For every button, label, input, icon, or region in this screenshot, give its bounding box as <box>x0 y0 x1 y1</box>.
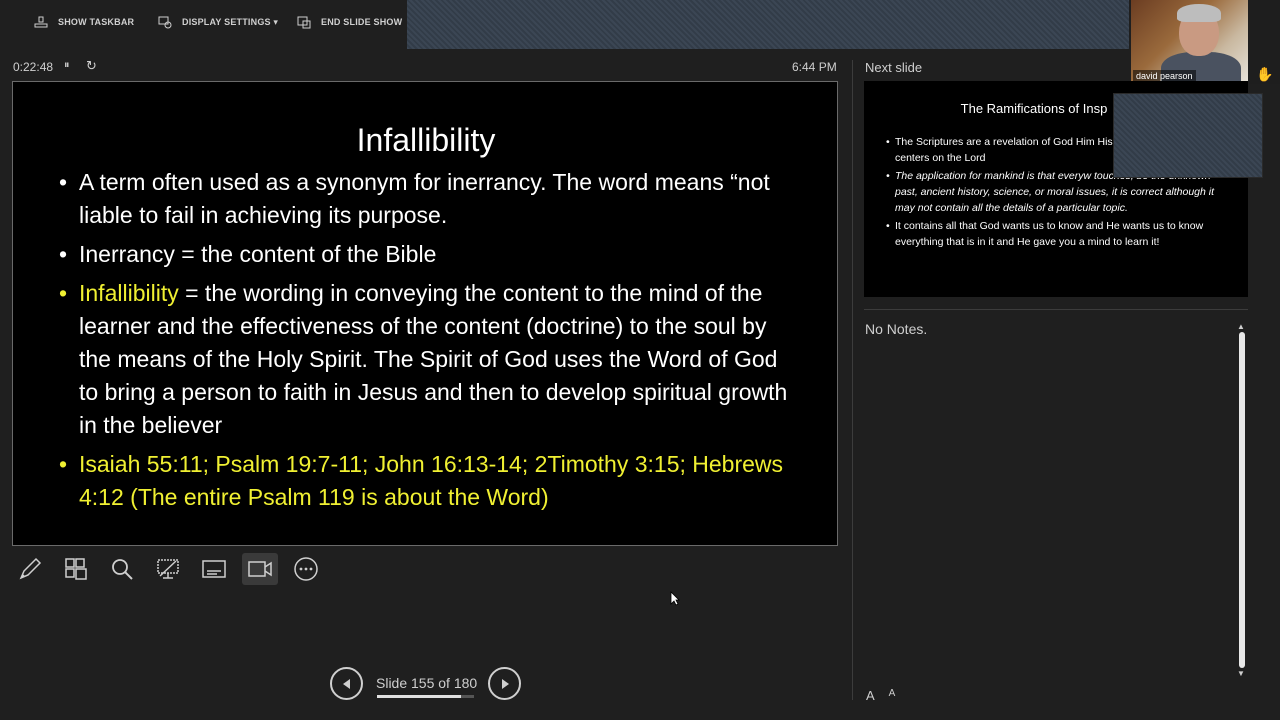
display-settings-icon <box>158 16 172 29</box>
speaker-notes[interactable]: No Notes. <box>865 321 927 337</box>
taskbar-icon <box>34 16 48 28</box>
notes-divider[interactable] <box>864 309 1248 310</box>
camera-icon <box>248 561 272 577</box>
bullet-text: = the wording in conveying the content t… <box>79 280 788 438</box>
bullet-text: It contains all that God wants us to kno… <box>895 220 1204 248</box>
show-taskbar-button[interactable]: SHOW TASKBAR <box>34 14 134 30</box>
end-show-icon <box>297 16 311 29</box>
slide-bullet: Infallibility = the wording in conveying… <box>59 277 799 442</box>
webcam-video: david pearson <box>1131 0 1248 84</box>
elapsed-timer: 0:22:48 <box>13 60 54 74</box>
presenter-toolbar: SHOW TASKBAR DISPLAY SETTINGS ▾ END SLID… <box>0 0 1280 49</box>
more-options-button[interactable] <box>288 553 324 585</box>
slides-grid-icon <box>65 558 87 580</box>
triangle-left-icon <box>342 678 350 689</box>
bullet-text: Isaiah 55:11; Psalm 19:7-11; John 16:13-… <box>79 451 784 510</box>
bullet-text: Inerrancy = the content of the Bible <box>79 241 437 267</box>
notes-scrollbar[interactable]: ▲ ▼ <box>1237 322 1247 678</box>
scroll-up-icon[interactable]: ▲ <box>1237 322 1245 331</box>
slide-bullet: Inerrancy = the content of the Bible <box>59 238 799 271</box>
pause-timer-icon[interactable]: ⏸ <box>64 59 70 72</box>
reset-timer-icon[interactable]: ↻ <box>86 58 97 74</box>
next-slide-bullet: It contains all that God wants us to kno… <box>886 218 1226 250</box>
slide-counter[interactable]: Slide 155 of 180 <box>376 675 477 691</box>
notes-font-controls: A A <box>866 688 895 703</box>
slide-title: Infallibility <box>356 122 496 158</box>
triangle-right-icon <box>501 678 509 689</box>
more-icon <box>294 557 318 581</box>
previous-slide-button[interactable] <box>330 667 363 700</box>
meeting-overlay-box <box>1113 93 1263 178</box>
slide-bullets: A term often used as a synonym for inerr… <box>59 166 799 520</box>
wave-hand-icon: ✋ <box>1256 66 1274 82</box>
next-slide-button[interactable] <box>488 667 521 700</box>
current-time: 6:44 PM <box>792 60 837 74</box>
subtitles-button[interactable] <box>196 553 232 585</box>
zoom-button[interactable] <box>104 553 140 585</box>
slide-progress-fill <box>377 695 461 698</box>
pen-tool-button[interactable] <box>12 553 48 585</box>
bullet-text: A term often used as a synonym for inerr… <box>79 169 770 228</box>
show-taskbar-label: SHOW TASKBAR <box>58 17 135 27</box>
display-settings-label: DISPLAY SETTINGS ▾ <box>182 16 279 27</box>
camera-toggle-button[interactable] <box>242 553 278 585</box>
slide-bullet: Isaiah 55:11; Psalm 19:7-11; John 16:13-… <box>59 448 799 514</box>
presenter-tools <box>12 553 324 585</box>
end-slide-show-label: END SLIDE SHOW <box>321 17 403 27</box>
display-settings-button[interactable]: DISPLAY SETTINGS ▾ <box>158 14 278 30</box>
bullet-highlight: Infallibility <box>79 280 179 306</box>
end-slide-show-button[interactable]: END SLIDE SHOW <box>297 14 402 30</box>
zoom-icon <box>112 559 133 580</box>
slide-progress-bar <box>377 695 474 698</box>
mouse-cursor-icon <box>670 591 680 609</box>
scroll-down-icon[interactable]: ▼ <box>1237 669 1245 678</box>
decrease-font-button[interactable]: A <box>889 688 896 703</box>
webcam-side-panel: ✋ <box>1248 0 1280 84</box>
person-hair <box>1177 4 1221 22</box>
slide-bullet: A term often used as a synonym for inerr… <box>59 166 799 232</box>
meeting-overlay-band <box>407 0 1129 49</box>
pointer-screen-icon <box>157 559 179 579</box>
scroll-thumb[interactable] <box>1239 332 1245 668</box>
subtitles-icon <box>202 560 226 578</box>
current-slide[interactable]: Infallibility A term often used as a syn… <box>12 81 838 546</box>
pen-icon <box>19 557 42 580</box>
pane-divider[interactable] <box>852 60 853 700</box>
increase-font-button[interactable]: A <box>866 688 875 703</box>
see-all-slides-button[interactable] <box>58 553 94 585</box>
next-slide-label: Next slide <box>865 60 923 75</box>
black-screen-button[interactable] <box>150 553 186 585</box>
